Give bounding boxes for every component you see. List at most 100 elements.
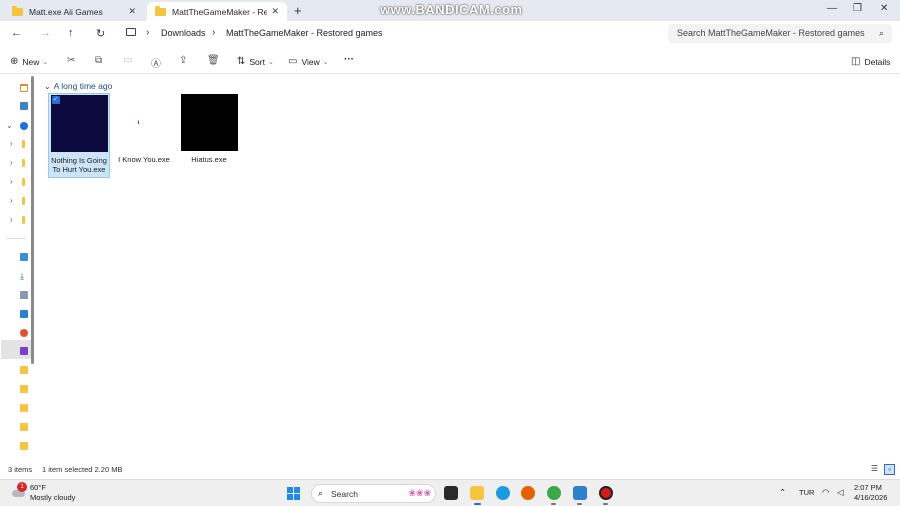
chevron-right-icon[interactable]: › bbox=[10, 215, 13, 224]
address-bar: ← → ↑ ↻ › Downloads › MattTheGameMaker -… bbox=[0, 21, 900, 46]
clock-date[interactable]: 4/16/2026 bbox=[854, 493, 887, 502]
desktop-icon[interactable] bbox=[20, 253, 28, 261]
cut-icon[interactable]: ✂ bbox=[67, 55, 75, 66]
flowers-icon: ❀❀❀ bbox=[408, 488, 431, 498]
photos-icon[interactable] bbox=[573, 486, 587, 500]
breadcrumb-restored-games[interactable]: MattTheGameMaker - Restored games bbox=[226, 28, 383, 38]
file-item-nothing-is-going-to-hurt-you[interactable]: ✓ Nothing Is Going To Hurt You.exe bbox=[48, 93, 110, 178]
this-pc-icon[interactable] bbox=[126, 28, 136, 36]
minimize-button[interactable]: — bbox=[827, 3, 837, 14]
onedrive-icon[interactable] bbox=[20, 122, 28, 130]
wifi-icon[interactable]: ◠ bbox=[822, 487, 829, 498]
delete-icon[interactable]: 🗑 bbox=[207, 55, 220, 66]
bandicam-icon[interactable] bbox=[599, 486, 613, 500]
tab-restored-games[interactable]: MattTheGameMaker - Restored games ✕ bbox=[147, 2, 287, 21]
folder-icon bbox=[12, 5, 23, 16]
details-label: Details bbox=[864, 56, 891, 67]
folder-icon[interactable] bbox=[20, 385, 28, 393]
chevron-right-icon[interactable]: › bbox=[10, 177, 13, 186]
up-button[interactable]: ↑ bbox=[68, 27, 74, 39]
chevron-right-icon[interactable]: › bbox=[212, 27, 215, 38]
file-item-hiatus[interactable]: Hiatus.exe bbox=[178, 93, 240, 167]
weather-condition: Mostly cloudy bbox=[30, 493, 76, 502]
rename-icon[interactable]: Ⓐ bbox=[151, 55, 161, 70]
tab-label: MattTheGameMaker - Restored games bbox=[172, 6, 268, 17]
notification-badge: 1 bbox=[17, 482, 27, 492]
weather-temperature: 60°F bbox=[30, 483, 46, 492]
tab-matt-exe-games[interactable]: Matt.exe Aii Games ✕ bbox=[4, 2, 144, 21]
folder-icon[interactable] bbox=[22, 216, 25, 224]
running-indicator bbox=[551, 503, 556, 505]
downloads-icon[interactable]: ⤓ bbox=[20, 272, 28, 281]
file-explorer-icon[interactable] bbox=[470, 486, 484, 500]
chevron-up-icon[interactable]: ⌃ bbox=[779, 487, 786, 498]
folder-icon[interactable] bbox=[20, 404, 28, 412]
chevron-down-icon: ⌄ bbox=[322, 58, 329, 66]
gallery-icon[interactable] bbox=[20, 102, 28, 110]
command-bar: ⊕ New ⌄ ✂ ⧉ ▭ Ⓐ ⇪ 🗑 ⇅ Sort ⌄ ▭ View ⌄ ··… bbox=[0, 50, 900, 74]
chevron-right-icon[interactable]: › bbox=[10, 158, 13, 167]
checkbox-icon[interactable]: ✓ bbox=[51, 96, 60, 104]
file-thumbnail bbox=[180, 94, 238, 151]
details-view-icon[interactable]: ☰ bbox=[869, 464, 880, 475]
back-button[interactable]: ← bbox=[11, 27, 22, 39]
pictures-icon[interactable] bbox=[20, 310, 28, 318]
home-icon[interactable] bbox=[20, 84, 28, 92]
group-header[interactable]: ⌄ A long time ago bbox=[44, 81, 112, 91]
folder-icon bbox=[155, 5, 166, 16]
search-placeholder: Search MattTheGameMaker - Restored games bbox=[677, 28, 865, 38]
item-count: 3 items bbox=[8, 465, 33, 474]
folder-icon[interactable] bbox=[20, 442, 28, 450]
tab-label: Matt.exe Aii Games bbox=[29, 6, 103, 17]
chevron-down-icon[interactable]: ⌄ bbox=[6, 121, 13, 130]
folder-icon[interactable] bbox=[22, 159, 25, 167]
documents-icon[interactable] bbox=[20, 291, 28, 299]
more-options-button[interactable]: ··· bbox=[344, 54, 354, 65]
close-icon[interactable]: ✕ bbox=[128, 6, 136, 17]
view-button[interactable]: ▭ View ⌄ bbox=[288, 56, 329, 67]
folder-icon[interactable] bbox=[20, 366, 28, 374]
selection-info: 1 item selected 2.20 MB bbox=[42, 465, 123, 474]
forward-button[interactable]: → bbox=[40, 27, 51, 39]
tiles-view-icon[interactable]: ▫ bbox=[884, 464, 895, 475]
start-button[interactable] bbox=[287, 487, 300, 500]
details-pane-icon: ◫ bbox=[851, 56, 861, 67]
group-label: A long time ago bbox=[53, 81, 113, 91]
refresh-button[interactable]: ↻ bbox=[96, 27, 105, 40]
new-button[interactable]: ⊕ New ⌄ bbox=[10, 56, 48, 67]
folder-icon[interactable] bbox=[22, 140, 25, 148]
close-window-button[interactable]: ✕ bbox=[880, 3, 888, 14]
language-indicator[interactable]: TUR bbox=[799, 488, 814, 497]
nav-scrollbar[interactable] bbox=[31, 76, 34, 364]
details-button[interactable]: ◫ Details bbox=[851, 56, 890, 67]
taskbar-search[interactable]: ⌕ Search ❀❀❀ bbox=[311, 484, 436, 503]
paste-icon[interactable]: ▭ bbox=[123, 55, 132, 66]
chevron-right-icon[interactable]: › bbox=[10, 139, 13, 148]
music-icon[interactable] bbox=[20, 329, 28, 337]
new-tab-button[interactable]: + bbox=[294, 3, 302, 18]
clock-time[interactable]: 2:07 PM bbox=[854, 483, 882, 492]
chevron-right-icon[interactable]: › bbox=[146, 27, 149, 38]
taskbar: 1 60°F Mostly cloudy ⌕ Search ❀❀❀ ⌃ TUR … bbox=[0, 479, 900, 506]
task-view-icon[interactable] bbox=[444, 486, 458, 500]
breadcrumb-downloads[interactable]: Downloads bbox=[161, 28, 206, 38]
close-icon[interactable]: ✕ bbox=[271, 6, 279, 17]
chevron-right-icon[interactable]: › bbox=[10, 196, 13, 205]
file-item-i-know-you[interactable]: ı I Know You.exe bbox=[113, 93, 175, 167]
share-icon[interactable]: ⇪ bbox=[179, 55, 187, 66]
search-input[interactable]: Search MattTheGameMaker - Restored games… bbox=[668, 24, 892, 43]
volume-icon[interactable]: ◁ bbox=[837, 487, 844, 498]
folder-icon[interactable] bbox=[20, 423, 28, 431]
maximize-button[interactable]: ❐ bbox=[853, 3, 862, 14]
file-thumbnail: ı bbox=[116, 94, 173, 151]
folder-icon[interactable] bbox=[22, 197, 25, 205]
chrome-icon[interactable] bbox=[547, 486, 561, 500]
running-indicator bbox=[603, 503, 608, 505]
folder-icon[interactable] bbox=[22, 178, 25, 186]
chevron-down-icon: ⌄ bbox=[42, 58, 49, 66]
firefox-icon[interactable] bbox=[521, 486, 535, 500]
edge-icon[interactable] bbox=[496, 486, 510, 500]
videos-icon[interactable] bbox=[20, 347, 28, 355]
sort-button[interactable]: ⇅ Sort ⌄ bbox=[237, 56, 274, 67]
copy-icon[interactable]: ⧉ bbox=[95, 55, 102, 66]
